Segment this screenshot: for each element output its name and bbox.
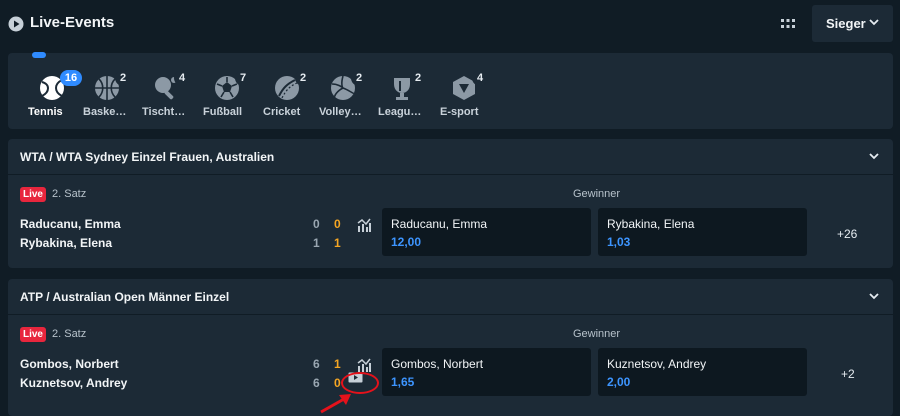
page-title: Live-Events — [30, 14, 115, 31]
odds-button[interactable]: Kuznetsov, Andrey 2,00 — [598, 348, 807, 396]
sport-count-badge: 2 — [410, 70, 426, 86]
more-markets-link[interactable]: +26 — [837, 227, 857, 241]
sport-label: Volley… — [319, 106, 362, 118]
sport-tab-football[interactable]: 7 Fußball — [203, 68, 263, 124]
selection-name: Rybakina, Elena — [607, 217, 695, 231]
sport-label: Tischt… — [142, 106, 186, 118]
sport-label: Fußball — [203, 106, 243, 118]
sport-tab-cricket[interactable]: 2 Cricket — [263, 68, 323, 124]
player-name[interactable]: Rybakina, Elena — [20, 236, 112, 250]
sport-tab-league[interactable]: 2 Leagu… — [378, 68, 438, 124]
sport-tab-basketball[interactable]: 2 Baske… — [83, 68, 143, 124]
grid-view-icon[interactable] — [780, 17, 796, 31]
set-score: 0 — [313, 217, 320, 231]
event-card: ATP / Australian Open Männer Einzel Live… — [8, 279, 893, 416]
market-label: Gewinner — [573, 188, 621, 200]
chevron-down-icon[interactable] — [869, 293, 879, 300]
odds-value: 12,00 — [391, 235, 422, 249]
sport-tab-volleyball[interactable]: 2 Volley… — [319, 68, 379, 124]
player-name[interactable]: Raducanu, Emma — [20, 217, 121, 231]
statistics-icon[interactable] — [357, 218, 371, 232]
sport-label: Cricket — [263, 106, 301, 118]
game-score: 0 — [334, 217, 341, 231]
event-card: WTA / WTA Sydney Einzel Frauen, Australi… — [8, 139, 893, 268]
sport-count-badge: 2 — [295, 70, 311, 86]
sport-label: Leagu… — [378, 106, 422, 118]
player-name[interactable]: Kuznetsov, Andrey — [20, 376, 127, 390]
header: Live-Events Sieger — [0, 0, 900, 48]
competition-title: ATP / Australian Open Männer Einzel — [20, 290, 230, 304]
competition-header[interactable]: ATP / Australian Open Männer Einzel — [8, 279, 893, 315]
sport-count-badge: 4 — [472, 70, 488, 86]
chevron-down-icon — [869, 19, 879, 26]
sport-count-badge: 4 — [174, 70, 190, 86]
odds-button[interactable]: Gombos, Norbert 1,65 — [382, 348, 591, 396]
live-badge: Live — [20, 327, 46, 342]
sport-count-badge: 16 — [60, 70, 82, 86]
competition-header[interactable]: WTA / WTA Sydney Einzel Frauen, Australi… — [8, 139, 893, 175]
odds-value: 1,03 — [607, 235, 631, 249]
period-label: 2. Satz — [52, 328, 87, 340]
live-play-icon — [8, 16, 24, 32]
game-score: 1 — [334, 357, 341, 371]
active-indicator — [32, 52, 46, 58]
live-badge: Live — [20, 187, 46, 202]
odds-button[interactable]: Raducanu, Emma 12,00 — [382, 208, 591, 256]
period-label: 2. Satz — [52, 188, 87, 200]
set-score: 1 — [313, 236, 320, 250]
more-markets-link[interactable]: +2 — [841, 367, 855, 381]
odds-button[interactable]: Rybakina, Elena 1,03 — [598, 208, 807, 256]
sport-label: Baske… — [83, 106, 127, 118]
market-selector-button[interactable]: Sieger — [812, 5, 893, 42]
selection-name: Raducanu, Emma — [391, 217, 488, 231]
competition-title: WTA / WTA Sydney Einzel Frauen, Australi… — [20, 150, 275, 164]
annotation-arrow-icon — [320, 394, 351, 414]
sport-count-badge: 7 — [235, 70, 251, 86]
odds-value: 1,65 — [391, 375, 415, 389]
sport-count-badge: 2 — [351, 70, 367, 86]
chevron-down-icon[interactable] — [869, 153, 879, 160]
statistics-icon[interactable] — [357, 358, 371, 372]
odds-value: 2,00 — [607, 375, 631, 389]
set-score: 6 — [313, 376, 320, 390]
selection-name: Gombos, Norbert — [391, 357, 484, 371]
sport-label: Tennis — [28, 106, 63, 118]
selection-name: Kuznetsov, Andrey — [607, 357, 707, 371]
player-name[interactable]: Gombos, Norbert — [20, 357, 119, 371]
sport-count-badge: 2 — [115, 70, 131, 86]
set-score: 6 — [313, 357, 320, 371]
market-label: Gewinner — [573, 328, 621, 340]
sport-tab-tennis[interactable]: 16 Tennis — [28, 68, 88, 124]
game-score: 1 — [334, 236, 341, 250]
annotation-circle — [341, 372, 379, 394]
market-selector-label: Sieger — [826, 16, 866, 31]
sport-label: E-sport — [440, 106, 479, 118]
sport-tab-table-tennis[interactable]: 4 Tischt… — [142, 68, 202, 124]
game-score: 0 — [334, 376, 341, 390]
sport-tab-esport[interactable]: 4 E-sport — [440, 68, 500, 124]
